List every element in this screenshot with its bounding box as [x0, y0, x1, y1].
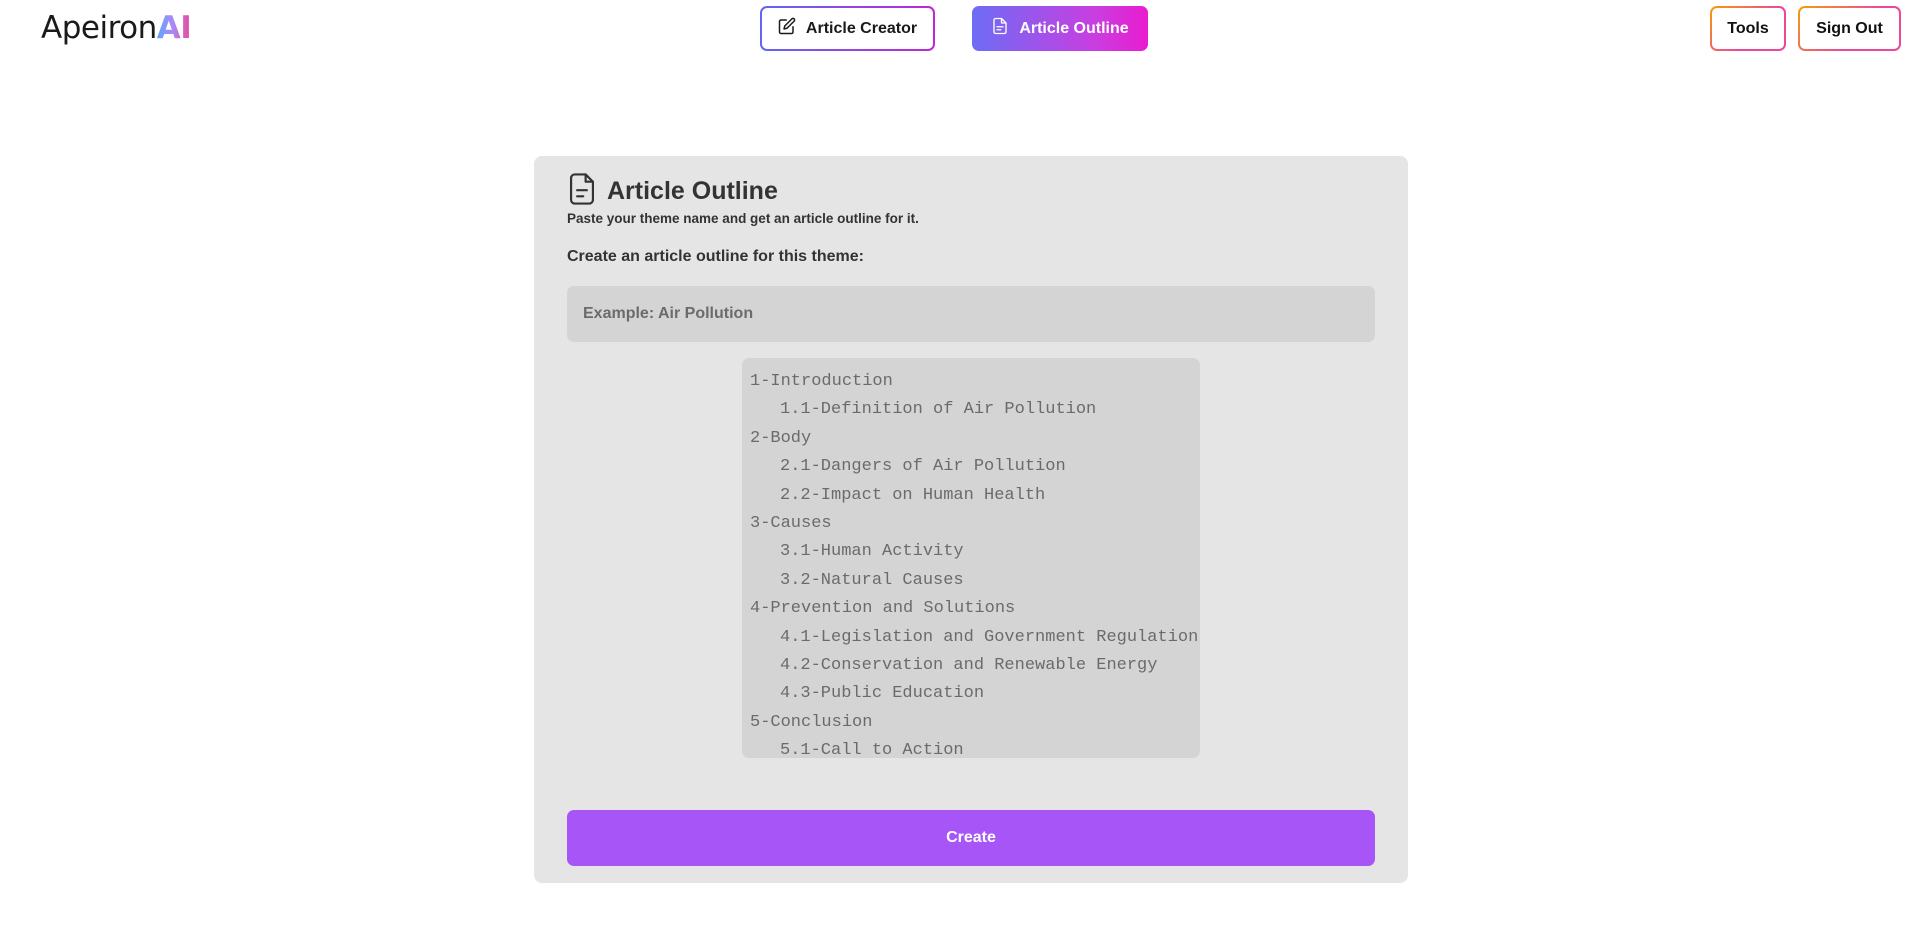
card-title: Article Outline	[607, 177, 778, 205]
tools-button[interactable]: Tools	[1710, 6, 1786, 51]
logo-accent: AI	[156, 10, 192, 46]
sign-out-label: Sign Out	[1816, 19, 1883, 37]
outline-line: 4-Prevention and Solutions	[750, 599, 1016, 619]
outline-line: 4.2-Conservation and Renewable Energy	[780, 656, 1158, 676]
outline-line: 4.3-Public Education	[780, 684, 985, 704]
outline-line: 4.1-Legislation and Government Regulatio…	[780, 627, 1199, 647]
theme-field-label: Create an article outline for this theme…	[567, 248, 864, 265]
article-outline-label: Article Outline	[1019, 19, 1129, 37]
outline-line: 1.1-Definition of Air Pollution	[780, 400, 1097, 420]
document-icon	[991, 17, 1009, 40]
outline-line: 3-Causes	[750, 514, 832, 534]
outline-line: 1-Introduction	[750, 372, 893, 391]
article-creator-label: Article Creator	[805, 19, 918, 37]
outline-line: 2.1-Dangers of Air Pollution	[780, 457, 1066, 477]
outline-preview: 1-Introduction 1.1-Definition of Air Poll…	[742, 358, 1200, 758]
outline-line: 2-Body	[750, 428, 812, 448]
apeiron-ai-logo[interactable]: ApeironAI	[41, 8, 192, 48]
logo-text: Apeiron	[41, 10, 157, 46]
create-button[interactable]: Create	[567, 810, 1375, 866]
document-icon	[567, 172, 597, 211]
outline-line: 3.1-Human Activity	[780, 542, 964, 562]
edit-icon	[778, 17, 796, 40]
sign-out-button[interactable]: Sign Out	[1798, 6, 1901, 51]
article-creator-button[interactable]: Article Creator	[760, 6, 935, 51]
outline-line: 2.2-Impact on Human Health	[780, 485, 1046, 505]
outline-line: 5-Conclusion	[750, 712, 873, 732]
card-header: Article Outline	[567, 172, 778, 211]
article-outline-card: Article Outline Paste your theme name an…	[534, 156, 1408, 883]
outline-line: 3.2-Natural Causes	[780, 570, 964, 590]
outline-line: 5.1-Call to Action	[780, 741, 964, 758]
article-outline-button[interactable]: Article Outline	[972, 6, 1148, 51]
theme-input[interactable]	[567, 286, 1375, 342]
tools-label: Tools	[1727, 19, 1769, 37]
card-subtitle: Paste your theme name and get an article…	[567, 211, 919, 226]
